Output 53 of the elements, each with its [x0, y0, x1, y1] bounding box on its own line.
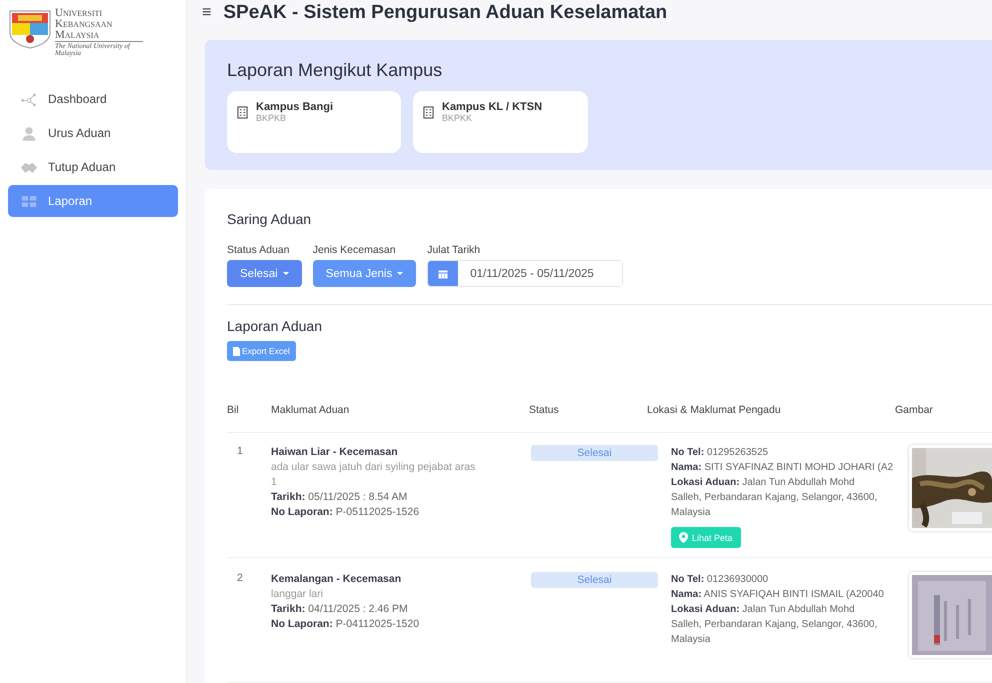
complaint-location: Lokasi Aduan: Jalan Tun Abdullah Mohd Salleh, Perbandaran Kajang, Selangor, 43600, Malaysia — [671, 603, 878, 647]
building-icon — [237, 106, 248, 119]
university-name: Universiti — [55, 8, 104, 19]
filter-label: Jenis Kecemasan — [312, 244, 397, 256]
caret-icon — [282, 272, 289, 275]
row-number: 2 — [236, 572, 244, 586]
filter-label: Status Aduan — [227, 244, 290, 256]
network-icon — [20, 92, 38, 106]
status-badge: Selesai — [531, 572, 658, 588]
column-header: Lokasi & Maklumat Pengadu — [646, 404, 782, 418]
column-header: Gambar — [894, 404, 934, 418]
complaint-title: Kemalangan - Kecemasan — [271, 572, 402, 587]
calendar-icon — [438, 268, 448, 278]
column-header: Maklumat Aduan — [270, 404, 350, 418]
complaint-location: Lokasi Aduan: Jalan Tun Abdullah Mohd Salleh, Perbandaran Kajang, Selangor, 43600, Malaysia — [671, 476, 878, 520]
campus-card[interactable]: Kampus KL / KTSN BKPKK — [413, 91, 588, 153]
complaint-description: ada ular sawa jatuh dari syiling pejabat aras 1 — [271, 460, 476, 490]
filter-label: Julat Tarikh — [427, 244, 482, 256]
campus-code: BKPKB — [256, 113, 288, 123]
phone-number: No Tel: 01236930000 — [671, 573, 770, 587]
section-title: Saring Aduan — [227, 211, 312, 227]
grid-icon — [20, 194, 38, 208]
column-header: Bil — [227, 404, 240, 418]
panel-title: Laporan Mengikut Kampus — [227, 60, 444, 81]
menu-icon[interactable]: ≡ — [202, 4, 212, 22]
section-title: Laporan Aduan — [227, 318, 323, 334]
complaint-date: Tarikh: 04/11/2025 : 2.46 PM — [271, 602, 409, 617]
complainant-name: Nama: ANIS SYAFIQAH BINTI ISMAIL (A20040 — [671, 588, 884, 602]
complaint-title: Haiwan Liar - Kecemasan — [271, 445, 399, 460]
complainant-name: Nama: SITI SYAFINAZ BINTI MOHD JOHARI (A2 — [671, 461, 894, 475]
status-badge: Selesai — [531, 445, 658, 461]
pin-icon — [679, 532, 688, 543]
sidebar-item[interactable]: Urus Aduan — [8, 117, 178, 149]
person-icon — [20, 126, 38, 140]
sidebar-item[interactable]: Tutup Aduan — [8, 151, 178, 183]
campus-code: BKPKK — [442, 113, 474, 123]
phone-number: No Tel: 01295263525 — [671, 446, 770, 460]
row-number: 1 — [236, 445, 244, 459]
caret-icon — [397, 272, 404, 275]
report-number: No Laporan: P-05112025-1526 — [271, 505, 420, 520]
app-title: SPeAK - Sistem Pengurusan Aduan Keselamatan — [223, 2, 668, 24]
sidebar-item[interactable]: Dashboard — [8, 83, 178, 115]
file-icon — [233, 346, 240, 356]
complaint-date: Tarikh: 05/11/2025 : 8.54 AM — [271, 490, 408, 505]
university-name: Malaysia — [55, 30, 100, 41]
campus-card[interactable]: Kampus Bangi BKPKB — [227, 91, 401, 153]
complaint-description: langgar lari — [271, 587, 324, 602]
date-range-field[interactable]: 01/11/2025 - 05/11/2025 — [427, 260, 624, 287]
report-number: No Laporan: P-04112025-1520 — [271, 617, 420, 632]
campus-name: Kampus KL / KTSN — [442, 101, 542, 113]
campus-name: Kampus Bangi — [256, 101, 334, 113]
university-name: Kebangsaan — [55, 19, 114, 30]
building-icon — [423, 106, 434, 119]
